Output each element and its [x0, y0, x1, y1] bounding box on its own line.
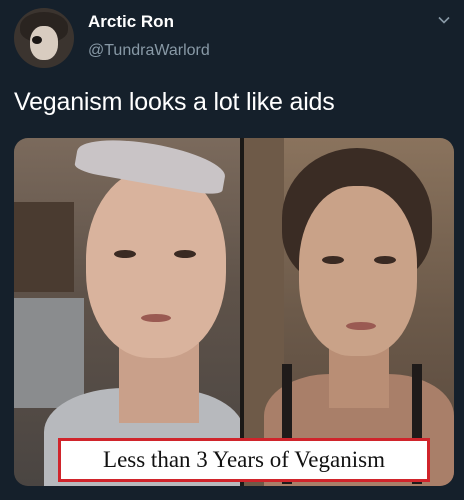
avatar-eyepatch: [32, 36, 42, 44]
tweet-media-image[interactable]: [14, 138, 454, 486]
face: [299, 186, 417, 356]
refrigerator: [14, 298, 84, 408]
eye: [114, 250, 136, 258]
eye: [322, 256, 344, 264]
tweet-text: Veganism looks a lot like aids: [14, 88, 335, 116]
avatar[interactable]: [14, 8, 74, 68]
eye: [174, 250, 196, 258]
user-handle[interactable]: @TundraWarlord: [88, 42, 210, 60]
eye: [374, 256, 396, 264]
before-photo: [14, 138, 240, 486]
image-caption: Less than 3 Years of Veganism: [58, 438, 430, 482]
mouth: [141, 314, 171, 322]
tweet: Arctic Ron @TundraWarlord Veganism looks…: [0, 0, 464, 500]
after-photo: [244, 138, 454, 486]
kitchen-cabinet: [14, 202, 74, 292]
face: [86, 168, 226, 358]
chevron-down-icon[interactable]: [438, 14, 450, 26]
mouth: [346, 322, 376, 330]
display-name[interactable]: Arctic Ron: [88, 12, 174, 32]
